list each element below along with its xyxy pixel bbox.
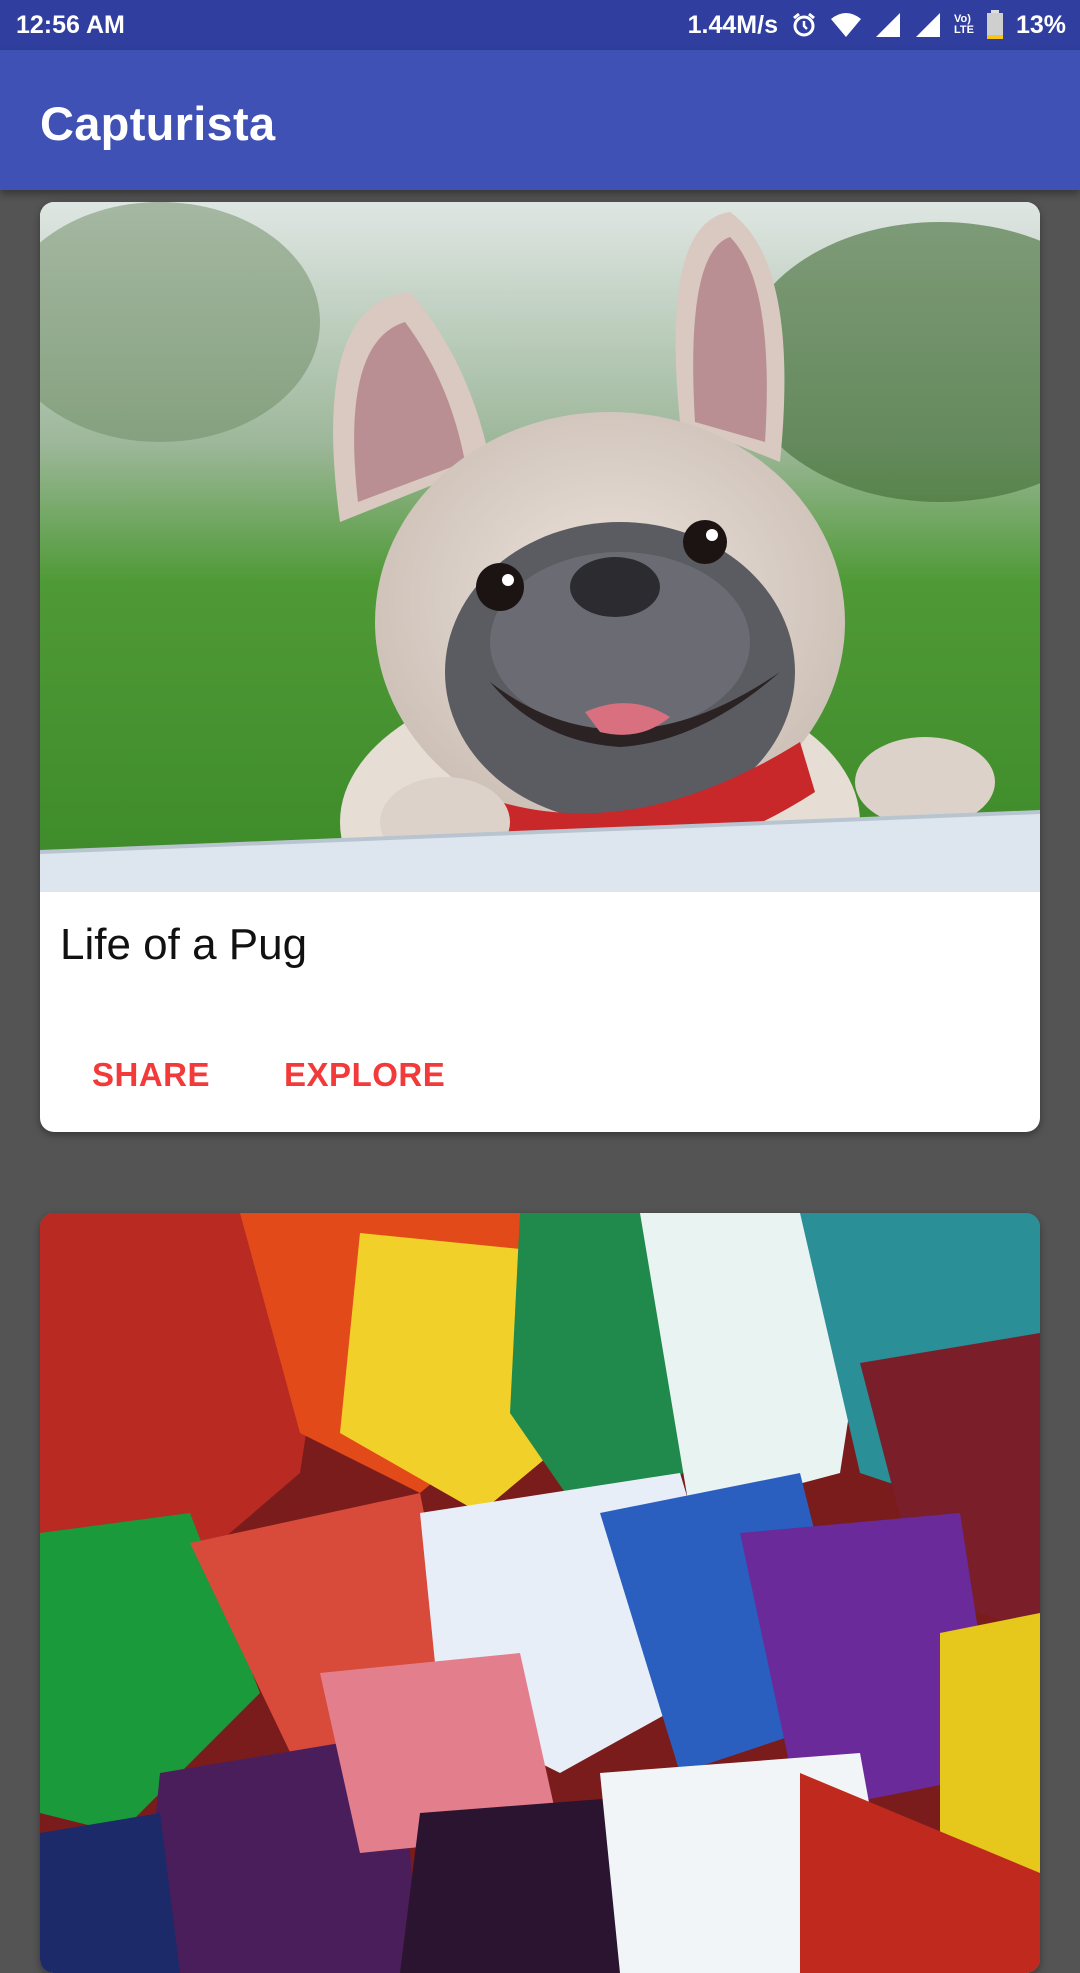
- status-bar: 12:56 AM 1.44M/s Vo) LTE 13%: [0, 0, 1080, 50]
- signal-icon: [874, 11, 902, 39]
- network-speed: 1.44M/s: [687, 10, 778, 39]
- battery-percent: 13%: [1015, 10, 1066, 39]
- app-title: Capturista: [40, 97, 276, 150]
- battery-icon: [986, 10, 1004, 40]
- alarm-icon: [790, 11, 818, 39]
- card-actions: SHARE EXPLORE: [60, 1040, 477, 1110]
- photo-card: Life of a Pug SHARE EXPLORE: [40, 202, 1040, 1132]
- status-icons: 1.44M/s Vo) LTE 13%: [688, 10, 1066, 40]
- status-time: 12:56 AM: [16, 10, 125, 39]
- explore-button[interactable]: EXPLORE: [252, 1040, 477, 1110]
- share-button[interactable]: SHARE: [60, 1040, 242, 1110]
- volte-icon: Vo) LTE: [953, 13, 974, 36]
- photo-card: [40, 1213, 1040, 1973]
- card-title: Life of a Pug: [60, 920, 308, 969]
- app-bar: Capturista: [0, 50, 1080, 190]
- wifi-icon: [830, 11, 862, 39]
- pug-photo[interactable]: [40, 202, 1040, 892]
- signal-icon: [914, 11, 942, 39]
- abstract-paint-photo[interactable]: [40, 1213, 1040, 1973]
